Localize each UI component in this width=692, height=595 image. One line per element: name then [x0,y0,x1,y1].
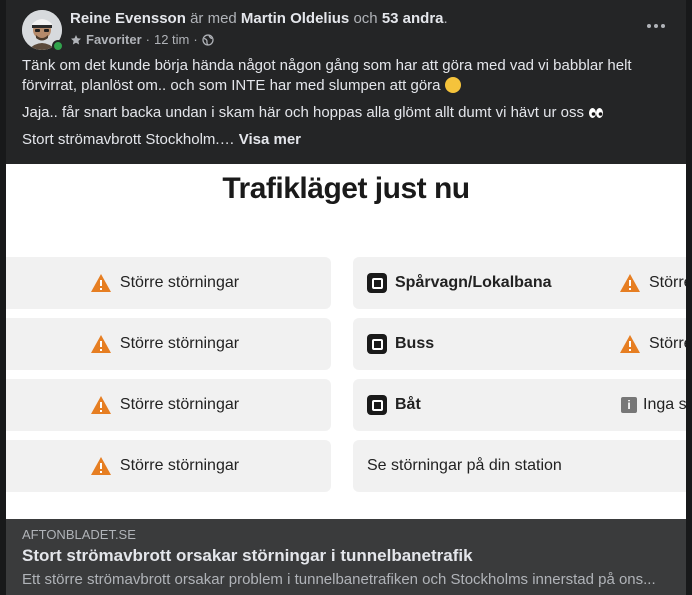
with-text: är med [190,10,237,27]
meta-separator: · [145,32,150,47]
link-description: Ett större strömavbrott orsakar problem … [22,571,656,588]
status-tile: Större störningar [6,257,331,309]
warning-icon [620,335,640,353]
post-text: Tänk om det kunde börja hända något någo… [22,56,670,157]
post-paragraph-3: Stort strömavbrott Stockholm.… Visa mer [22,131,302,148]
post-time[interactable]: 12 tim [154,32,189,47]
warning-icon [90,457,111,475]
post-meta: Favoriter · 12 tim · [70,32,214,47]
warning-icon [90,335,111,353]
boat-icon [367,395,387,415]
warning-icon [90,274,111,292]
status-tile: Större störningar [6,440,331,492]
warning-icon [620,274,640,292]
others-link[interactable]: 53 andra [382,10,444,27]
transport-tile-boat: Båt i Inga s [353,379,686,431]
favorites-label[interactable]: Favoriter [86,32,142,47]
transport-tile-bus: Buss Större [353,318,686,370]
see-more-link[interactable]: Visa mer [239,131,301,148]
and-text: och [353,10,378,27]
period: . [443,10,448,27]
link-title[interactable]: Stort strömavbrott orsakar störningar i … [22,546,473,566]
meta-separator: · [193,32,198,47]
link-preview-image[interactable]: Trafikläget just nu Större störningar St… [6,164,686,519]
station-disruptions-tile: Se störningar på din station [353,440,686,492]
status-tile: Större störningar [6,318,331,370]
eyes-emoji-icon [589,108,604,118]
more-horizontal-icon [647,24,651,28]
post-header: Reine Evensson är med Martin Oldelius oc… [22,10,672,52]
flushed-emoji-icon [444,77,461,93]
warning-icon [90,396,111,414]
link-preview-footer[interactable]: AFTONBLADET.SE Stort strömavbrott orsaka… [6,519,686,595]
status-tile: Större störningar [6,379,331,431]
image-title: Trafikläget just nu [222,172,470,205]
online-status-dot [52,40,64,52]
post-paragraph-2: Jaja.. får snart backa undan i skam här … [22,103,670,123]
feed-post: Reine Evensson är med Martin Oldelius oc… [6,0,686,595]
link-domain: AFTONBLADET.SE [22,527,136,542]
globe-icon[interactable] [202,33,214,46]
transport-tile-tram: Spårvagn/Lokalbana Större [353,257,686,309]
tram-icon [367,273,387,293]
tagged-name[interactable]: Martin Oldelius [241,10,349,27]
star-icon [71,34,81,45]
post-paragraph-1: Tänk om det kunde börja hända något någo… [22,57,632,94]
author-name[interactable]: Reine Evensson [70,10,186,27]
bus-icon [367,334,387,354]
author-line: Reine Evensson är med Martin Oldelius oc… [70,10,448,27]
more-options-button[interactable] [640,14,672,38]
info-icon: i [621,397,637,413]
